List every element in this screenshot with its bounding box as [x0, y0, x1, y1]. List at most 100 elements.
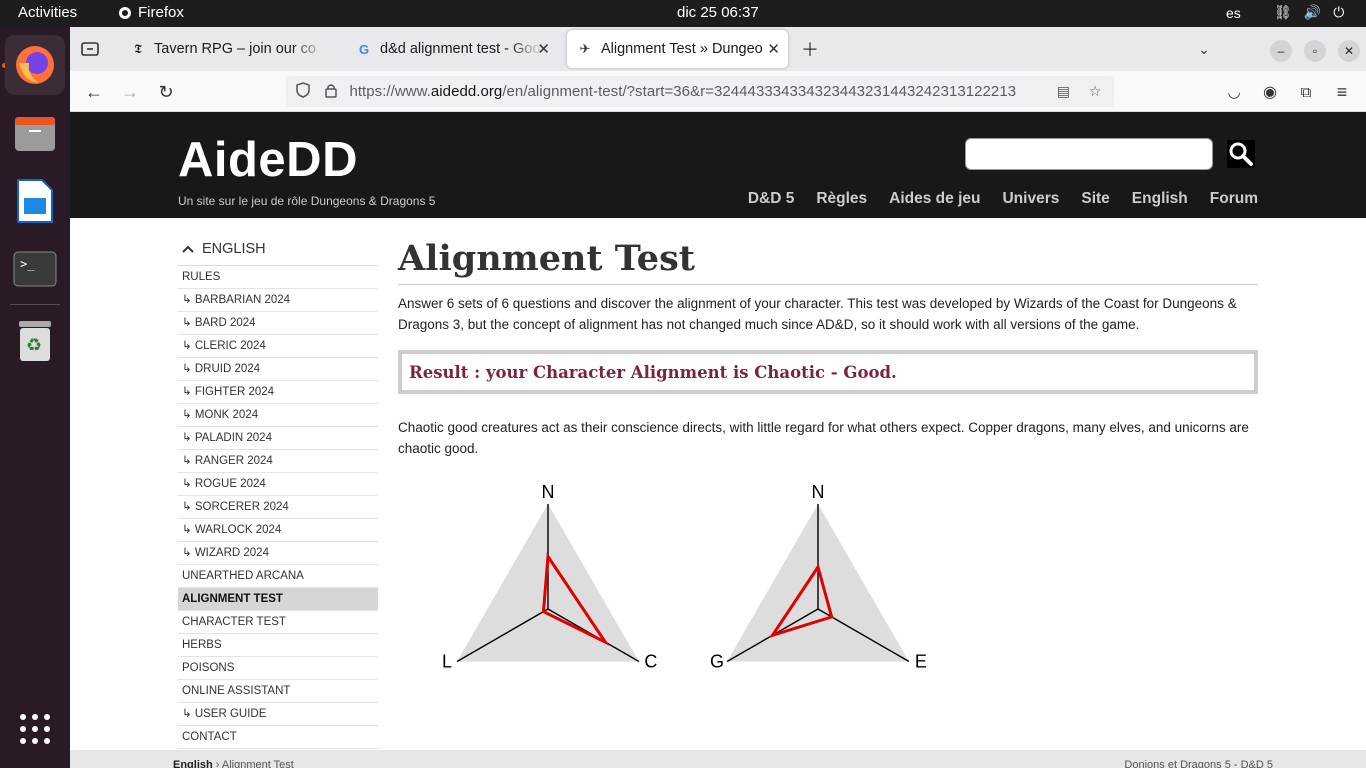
- site-tagline: Un site sur le jeu de rôle Dungeons & Dr…: [178, 194, 436, 208]
- back-button[interactable]: ←: [82, 80, 106, 104]
- sidebar-item[interactable]: ↳ WIZARD 2024: [178, 542, 378, 565]
- sidebar-item[interactable]: ↳ MONK 2024: [178, 404, 378, 427]
- firefox-small-icon: [119, 6, 131, 19]
- dock: >_ ♻: [0, 27, 70, 768]
- sidebar-item[interactable]: ↳ BARD 2024: [178, 312, 378, 335]
- sidebar-item[interactable]: POISONS: [178, 657, 378, 680]
- sidebar-item[interactable]: ↳ PALADIN 2024: [178, 427, 378, 450]
- sidebar-item[interactable]: CONTACT: [178, 726, 378, 749]
- sidebar-item[interactable]: ↳ BARBARIAN 2024: [178, 289, 378, 312]
- reader-view-icon[interactable]: ▤: [1055, 83, 1073, 100]
- sidebar-item[interactable]: ALIGNMENT TEST: [178, 588, 378, 611]
- tab-tavern[interactable]: 𝕿 Tavern RPG – join our co: [120, 30, 342, 68]
- result-box: Result : your Character Alignment is Cha…: [398, 350, 1258, 394]
- menu-button[interactable]: ≡: [1330, 80, 1354, 104]
- page-title: Alignment Test: [398, 238, 1258, 285]
- breadcrumb-separator: ›: [212, 759, 222, 768]
- sidebar-item[interactable]: RULES: [178, 266, 378, 289]
- list-all-tabs-button[interactable]: ⌄: [1192, 37, 1216, 61]
- url-bar[interactable]: https://www.aidedd.org/en/alignment-test…: [286, 76, 1114, 107]
- sidebar-item[interactable]: ONLINE ASSISTANT: [178, 680, 378, 703]
- nav-regles[interactable]: Règles: [816, 190, 867, 208]
- minimize-icon: –: [1277, 44, 1285, 58]
- svg-text:>_: >_: [20, 257, 35, 271]
- sidebar-item[interactable]: ↳ FIGHTER 2024: [178, 381, 378, 404]
- maximize-button[interactable]: ▫: [1304, 40, 1326, 62]
- system-menu[interactable]: ⛓ 🔊 ⏻: [1274, 4, 1344, 21]
- site-logo[interactable]: AideDD: [178, 132, 358, 188]
- breadcrumb: English › Alignment Test: [173, 759, 294, 768]
- network-icon: ⛓: [1274, 4, 1292, 20]
- input-language[interactable]: es: [1226, 5, 1241, 21]
- new-tab-button[interactable]: ＋: [798, 37, 822, 61]
- sidebar-item[interactable]: UNEARTHED ARCANA: [178, 565, 378, 588]
- plus-icon: ＋: [801, 40, 819, 60]
- sidebar-item[interactable]: ↳ ROGUE 2024: [178, 473, 378, 496]
- dock-writer[interactable]: [5, 171, 65, 231]
- chart-axis-label: N: [812, 482, 825, 502]
- tab-alignment-test[interactable]: ✈ Alignment Test » Dungeo ✕: [567, 30, 788, 68]
- nav-univers[interactable]: Univers: [1002, 190, 1059, 208]
- dock-files[interactable]: [5, 103, 65, 163]
- dock-firefox[interactable]: [5, 35, 65, 95]
- sidebar-item[interactable]: ↳ WARLOCK 2024: [178, 519, 378, 542]
- site-header: AideDD Un site sur le jeu de rôle Dungeo…: [70, 112, 1366, 218]
- account-button[interactable]: ◉: [1258, 80, 1282, 104]
- footer-site-name: Donjons et Dragons 5 - D&D 5: [1124, 759, 1273, 768]
- sidebar-item[interactable]: ↳ USER GUIDE: [178, 703, 378, 726]
- close-window-button[interactable]: ✕: [1338, 40, 1360, 62]
- reload-button[interactable]: ↻: [154, 80, 178, 104]
- site-search-button[interactable]: [1227, 140, 1255, 168]
- trash-icon: ♻: [19, 321, 51, 361]
- chart-axis-label: L: [442, 652, 452, 672]
- tab-close-icon[interactable]: ✕: [767, 40, 780, 58]
- puzzle-icon: ⧉: [1300, 83, 1312, 101]
- alignment-description: Chaotic good creatures act as their cons…: [398, 420, 1249, 456]
- breadcrumb-home[interactable]: English: [173, 759, 213, 768]
- url-domain: aidedd.org: [430, 83, 503, 100]
- sidebar-item[interactable]: ↳ DRUID 2024: [178, 358, 378, 381]
- nav-aides-de-jeu[interactable]: Aides de jeu: [889, 190, 980, 208]
- bookmark-star-icon[interactable]: ☆: [1086, 83, 1104, 100]
- chevron-down-icon: ⌄: [1198, 40, 1210, 57]
- extensions-button[interactable]: ⧉: [1294, 80, 1318, 104]
- chevron-up-icon: [182, 245, 194, 253]
- show-apps-button[interactable]: [5, 699, 65, 759]
- power-icon: ⏻: [1333, 4, 1345, 20]
- system-top-bar: Activities Firefox dic 25 06:37 es ⛓ 🔊 ⏻: [0, 0, 1366, 27]
- dock-separator: [10, 304, 60, 305]
- navigation-toolbar: ← → ↻ https://www.aidedd.org/en/alignmen…: [70, 71, 1366, 112]
- activities-button[interactable]: Activities: [18, 4, 77, 21]
- sidebar-heading[interactable]: ENGLISH: [178, 232, 378, 266]
- tab-label: Alignment Test » Dungeo: [601, 41, 763, 57]
- sidebar-item[interactable]: ↳ RANGER 2024: [178, 450, 378, 473]
- dock-terminal[interactable]: >_: [5, 239, 65, 299]
- main-nav: D&D 5 Règles Aides de jeu Univers Site E…: [748, 190, 1258, 208]
- minimize-button[interactable]: –: [1270, 40, 1292, 62]
- chart-axis-label: N: [542, 482, 555, 502]
- app-menu[interactable]: Firefox: [118, 4, 184, 21]
- dock-trash[interactable]: ♻: [5, 311, 65, 371]
- nav-site[interactable]: Site: [1081, 190, 1109, 208]
- chart-axis-label: E: [915, 652, 927, 672]
- tab-google-search[interactable]: G d&d alignment test - Goo ✕: [346, 30, 558, 68]
- nav-english[interactable]: English: [1132, 190, 1188, 208]
- site-search-input[interactable]: [965, 138, 1213, 170]
- pocket-button[interactable]: ◡: [1222, 80, 1246, 104]
- clock[interactable]: dic 25 06:37: [677, 4, 759, 21]
- sidebar-item[interactable]: HERBS: [178, 634, 378, 657]
- svg-text:♻: ♻: [26, 335, 42, 356]
- tracking-shield-icon[interactable]: [294, 82, 312, 101]
- app-grid-icon: [20, 714, 50, 744]
- sidebar-item[interactable]: ↳ SORCERER 2024: [178, 496, 378, 519]
- nav-forum[interactable]: Forum: [1210, 190, 1258, 208]
- sidebar-item[interactable]: ↳ CLERIC 2024: [178, 335, 378, 358]
- lock-icon[interactable]: [322, 83, 340, 101]
- forward-button[interactable]: →: [118, 80, 142, 104]
- sidebar-item[interactable]: CHARACTER TEST: [178, 611, 378, 634]
- firefox-view-icon: [81, 42, 99, 56]
- firefox-view-button[interactable]: [78, 37, 102, 61]
- result-text: Result : your Character Alignment is Cha…: [409, 362, 897, 382]
- tab-close-icon[interactable]: ✕: [537, 40, 550, 58]
- nav-dnd5[interactable]: D&D 5: [748, 190, 795, 208]
